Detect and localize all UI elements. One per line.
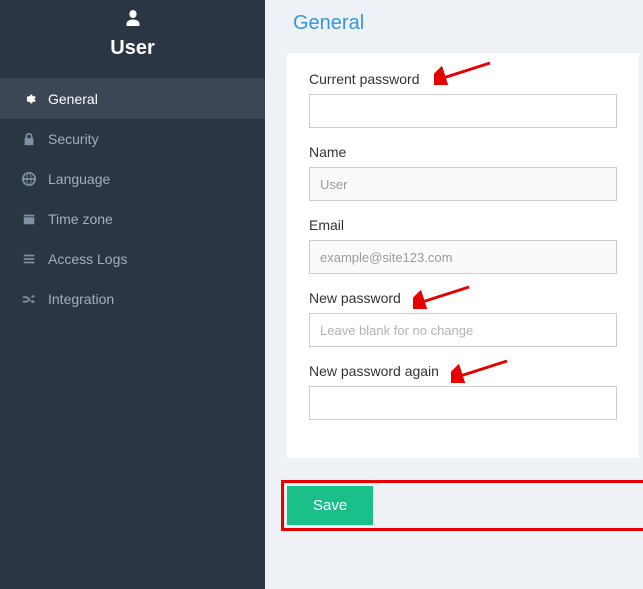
name-label: Name [309, 144, 617, 160]
shuffle-icon [18, 292, 40, 306]
new-password-again-label: New password again [309, 363, 617, 379]
sidebar-item-language[interactable]: Language [0, 159, 265, 199]
sidebar-title: User [0, 37, 265, 60]
field-new-password-again: New password again [309, 363, 617, 420]
sidebar-item-label: Time zone [48, 211, 113, 227]
globe-icon [18, 172, 40, 186]
field-new-password: New password [309, 290, 617, 347]
field-email: Email [309, 217, 617, 274]
sidebar-item-label: Access Logs [48, 251, 127, 267]
sidebar: User General Security Language Time zone [0, 0, 265, 589]
new-password-input[interactable] [309, 313, 617, 347]
name-input[interactable] [309, 167, 617, 201]
new-password-again-input[interactable] [309, 386, 617, 420]
sidebar-items: General Security Language Time zone Acce… [0, 78, 265, 319]
sidebar-item-security[interactable]: Security [0, 119, 265, 159]
field-name: Name [309, 144, 617, 201]
sidebar-item-label: Integration [48, 291, 114, 307]
main: General Current password Name Email New … [265, 0, 643, 589]
sidebar-item-timezone[interactable]: Time zone [0, 199, 265, 239]
new-password-label: New password [309, 290, 617, 306]
lock-icon [18, 132, 40, 146]
sidebar-item-label: Security [48, 131, 99, 147]
save-button[interactable]: Save [287, 486, 373, 525]
page-title: General [265, 0, 643, 43]
settings-panel: Current password Name Email New password… [287, 53, 639, 458]
current-password-input[interactable] [309, 94, 617, 128]
sidebar-item-general[interactable]: General [0, 79, 265, 119]
current-password-label: Current password [309, 71, 617, 87]
sidebar-item-label: Language [48, 171, 110, 187]
list-icon [18, 252, 40, 266]
field-current-password: Current password [309, 71, 617, 128]
sidebar-header: User [0, 0, 265, 78]
gear-icon [18, 92, 40, 106]
user-icon [0, 10, 265, 31]
sidebar-item-accesslogs[interactable]: Access Logs [0, 239, 265, 279]
sidebar-item-label: General [48, 91, 98, 107]
sidebar-item-integration[interactable]: Integration [0, 279, 265, 319]
save-wrap: Save [287, 486, 643, 525]
email-input[interactable] [309, 240, 617, 274]
email-label: Email [309, 217, 617, 233]
calendar-icon [18, 212, 40, 226]
